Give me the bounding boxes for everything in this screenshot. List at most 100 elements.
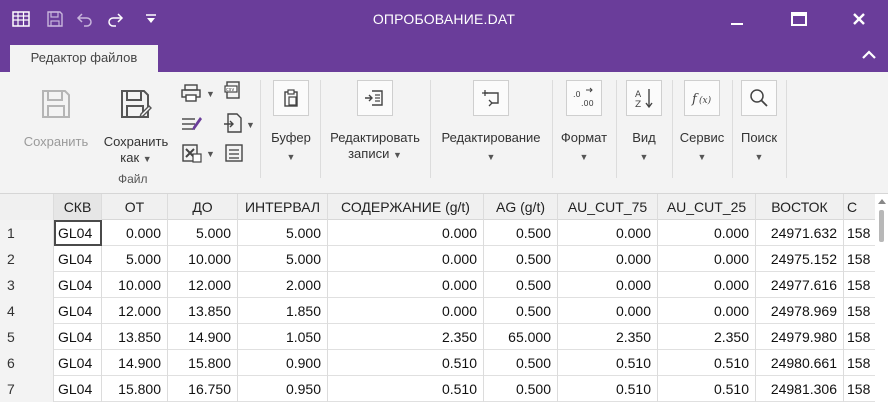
grid-cell[interactable]: 15.800 [102,376,168,402]
grid-cell[interactable]: 5.000 [238,220,328,246]
maximize-button[interactable] [776,0,822,38]
grid-cell[interactable]: 2.000 [238,272,328,298]
grid-cell[interactable]: 158 [844,376,876,402]
grid-cell[interactable]: 0.000 [328,220,484,246]
row-number[interactable]: 3 [0,272,54,298]
column-header[interactable]: AU_CUT_75 [558,194,658,220]
grid-cell[interactable]: 0.000 [328,298,484,324]
row-number[interactable]: 5 [0,324,54,350]
grid-cell[interactable]: 24981.306 [756,376,844,402]
grid-cell[interactable]: 16.750 [168,376,238,402]
grid-cell[interactable]: 0.510 [558,350,658,376]
grid-cell[interactable]: 158 [844,324,876,350]
grid-cell[interactable]: 0.000 [658,246,756,272]
print-dropdown-icon[interactable]: ▼ [206,89,215,99]
vertical-scrollbar[interactable] [875,194,888,404]
edit-table-icon[interactable] [180,112,204,134]
table-row[interactable]: 7 GL04 15.800 16.750 0.950 0.510 0.500 0.510 0.5… [0,376,888,402]
grid-cell[interactable]: 24979.980 [756,324,844,350]
grid-icon[interactable] [6,0,36,38]
row-number[interactable]: 2 [0,246,54,272]
row-number[interactable]: 7 [0,376,54,402]
grid-cell[interactable]: 24975.152 [756,246,844,272]
customize-icon[interactable] [136,0,166,38]
row-number[interactable]: 4 [0,298,54,324]
grid-cell[interactable]: 0.500 [484,298,558,324]
grid-cell[interactable]: GL04 [54,272,102,298]
grid-cell[interactable]: 5.000 [102,246,168,272]
column-header[interactable]: СКВ [54,194,102,220]
save-button[interactable]: Сохранить [16,86,96,150]
grid-cell[interactable]: 13.850 [102,324,168,350]
grid-cell[interactable]: 0.000 [558,272,658,298]
grid-cell[interactable]: 0.000 [558,298,658,324]
row-number[interactable]: 6 [0,350,54,376]
grid-cell[interactable]: 0.950 [238,376,328,402]
grid-cell[interactable]: 158 [844,298,876,324]
collapse-ribbon-icon[interactable] [858,46,880,64]
table-row[interactable]: 1 GL04 0.000 5.000 5.000 0.000 0.500 0.000 0.000… [0,220,888,246]
column-header[interactable]: С [844,194,876,220]
minimize-button[interactable] [714,0,760,38]
export-csv-icon[interactable]: csv [222,80,246,102]
grid-cell[interactable]: 12.000 [102,298,168,324]
grid-cell[interactable]: 13.850 [168,298,238,324]
grid-cell[interactable]: 0.510 [658,376,756,402]
format-button[interactable]: .0.00 Формат ▼ [554,80,614,162]
grid-cell[interactable]: 10.000 [102,272,168,298]
data-grid[interactable]: СКВ ОТ ДО ИНТЕРВАЛ СОДЕРЖАНИЕ (g/t) AG (… [0,194,888,404]
import-file-icon[interactable] [222,112,246,134]
column-header[interactable]: СОДЕРЖАНИЕ (g/t) [328,194,484,220]
grid-cell[interactable]: 0.000 [558,246,658,272]
excel-icon[interactable] [180,142,204,164]
grid-cell[interactable]: 158 [844,246,876,272]
editing-button[interactable]: Редактирование ▼ [432,80,550,162]
service-button[interactable]: f (x) Сервис ▼ [674,80,730,162]
table-row[interactable]: 4 GL04 12.000 13.850 1.850 0.000 0.500 0.000 0.0… [0,298,888,324]
grid-cell[interactable]: 0.000 [658,298,756,324]
edit-records-button[interactable]: Редактировать записи ▼ [322,80,428,163]
search-button[interactable]: Поиск ▼ [734,80,784,162]
grid-cell[interactable]: 0.000 [558,220,658,246]
grid-cell[interactable]: 24978.969 [756,298,844,324]
grid-cell[interactable]: 0.510 [328,350,484,376]
column-header[interactable]: ОТ [102,194,168,220]
grid-cell[interactable]: 0.500 [484,350,558,376]
grid-cell[interactable]: 0.500 [484,272,558,298]
redo-icon[interactable] [100,0,130,38]
import-dropdown-icon[interactable]: ▼ [246,120,255,130]
grid-cell[interactable]: 5.000 [238,246,328,272]
table-row[interactable]: 6 GL04 14.900 15.800 0.900 0.510 0.500 0.510 0.5… [0,350,888,376]
grid-cell[interactable]: GL04 [54,324,102,350]
grid-cell[interactable]: 5.000 [168,220,238,246]
grid-cell[interactable]: 0.000 [658,220,756,246]
grid-cell[interactable]: 0.500 [484,376,558,402]
save-as-button[interactable]: Сохранить как ▼ [96,86,176,167]
grid-cell[interactable]: 65.000 [484,324,558,350]
column-header[interactable]: ДО [168,194,238,220]
grid-cell[interactable]: 0.000 [658,272,756,298]
table-row[interactable]: 5 GL04 13.850 14.900 1.050 2.350 65.000 2.350 2.… [0,324,888,350]
table-row[interactable]: 3 GL04 10.000 12.000 2.000 0.000 0.500 0.000 0.0… [0,272,888,298]
print-icon[interactable] [180,82,204,104]
excel-dropdown-icon[interactable]: ▼ [206,149,215,159]
column-header[interactable]: AU_CUT_25 [658,194,756,220]
grid-cell[interactable]: 0.000 [328,272,484,298]
grid-cell[interactable]: 0.510 [328,376,484,402]
grid-cell[interactable]: 0.900 [238,350,328,376]
grid-cell[interactable]: 158 [844,220,876,246]
grid-cell[interactable]: 24971.632 [756,220,844,246]
grid-cell[interactable]: 24980.661 [756,350,844,376]
grid-cell[interactable]: GL04 [54,220,102,246]
grid-cell[interactable]: GL04 [54,298,102,324]
close-button[interactable] [836,0,882,38]
view-button[interactable]: AZ Вид ▼ [618,80,670,162]
table-row[interactable]: 2 GL04 5.000 10.000 5.000 0.000 0.500 0.000 0.00… [0,246,888,272]
grid-cell[interactable]: 158 [844,350,876,376]
grid-cell[interactable]: 14.900 [102,350,168,376]
grid-cell[interactable]: 0.000 [328,246,484,272]
grid-cell[interactable]: 0.500 [484,246,558,272]
corner-cell[interactable] [0,194,54,220]
save-icon[interactable] [40,0,70,38]
grid-cell[interactable]: 1.850 [238,298,328,324]
